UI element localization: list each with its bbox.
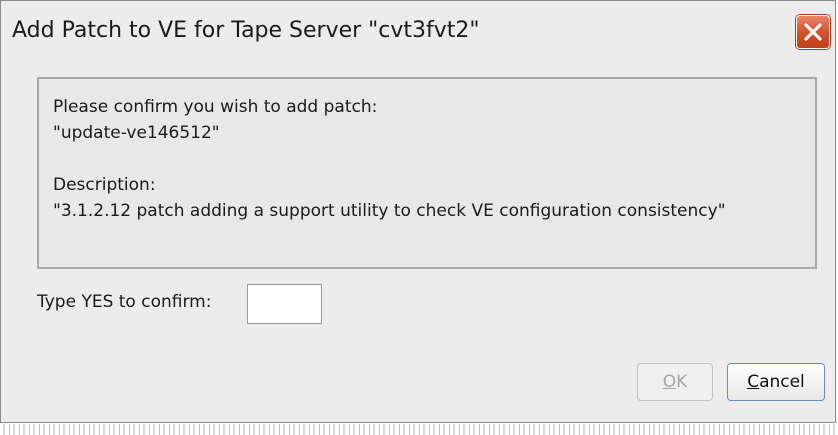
cancel-label-rest: ancel: [759, 372, 805, 392]
message-panel: Please confirm you wish to add patch: "u…: [37, 77, 817, 269]
confirm-prompt-text: Please confirm you wish to add patch:: [53, 97, 378, 117]
confirm-label: Type YES to confirm:: [37, 292, 212, 312]
background-strip: [0, 424, 838, 435]
patch-name-text: "update-ve146512": [53, 123, 220, 143]
description-text: "3.1.2.12 patch adding a support utility…: [53, 201, 726, 221]
close-button[interactable]: [796, 15, 830, 49]
close-icon: [804, 23, 822, 41]
ok-mnemonic: O: [662, 372, 677, 392]
cancel-mnemonic: C: [747, 372, 760, 392]
confirm-input[interactable]: [247, 284, 322, 324]
ok-label-rest: K: [676, 372, 688, 392]
dialog-title: Add Patch to VE for Tape Server "cvt3fvt…: [12, 18, 480, 43]
description-label: Description:: [53, 175, 156, 195]
dialog-titlebar: Add Patch to VE for Tape Server "cvt3fvt…: [1, 1, 835, 67]
ok-button[interactable]: OK: [637, 363, 713, 401]
cancel-button[interactable]: Cancel: [727, 363, 825, 401]
add-patch-dialog: Add Patch to VE for Tape Server "cvt3fvt…: [0, 0, 836, 423]
